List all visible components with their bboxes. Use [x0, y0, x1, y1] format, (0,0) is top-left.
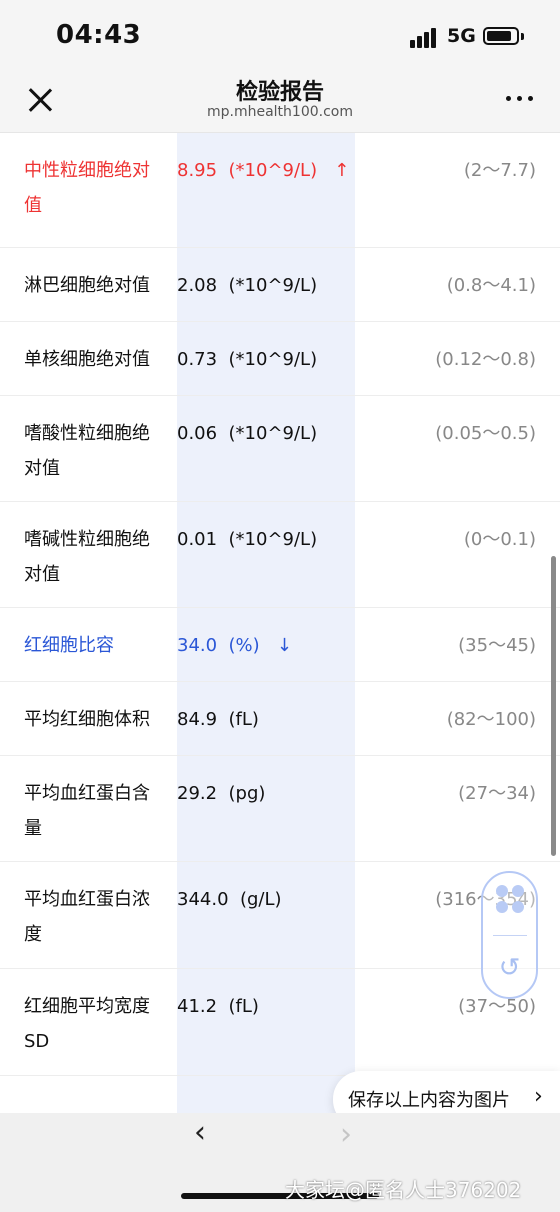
item-range: (27～34) [458, 783, 536, 804]
nav-bar: 检验报告 mp.mhealth100.com [0, 70, 560, 133]
item-name: 淋巴细胞绝对值 [24, 275, 150, 296]
battery-tip [521, 33, 524, 40]
table-row: 红细胞平均宽度SD 41.2 (fL) (37～50) [0, 969, 560, 1076]
item-value: 29.2 (pg) [177, 783, 266, 804]
item-value: 0.06 (*10^9/L) [177, 423, 318, 444]
table-row: 淋巴细胞绝对值 2.08 (*10^9/L) (0.8～4.1) [0, 248, 560, 322]
item-name: 平均血红蛋白含量 [24, 783, 150, 839]
item-name: 中性粒细胞绝对值 [24, 160, 150, 216]
table-row: 嗜酸性粒细胞绝对值 0.06 (*10^9/L) (0.05～0.5) [0, 396, 560, 502]
item-name: 红细胞平均宽度SD [24, 996, 150, 1052]
divider [493, 935, 527, 936]
table-row: 中性粒细胞绝对值 8.95 (*10^9/L) ↑ (2～7.7) [0, 133, 560, 248]
report-list[interactable]: 中性粒细胞绝对值 8.95 (*10^9/L) ↑ (2～7.7) 淋巴细胞绝对… [0, 133, 560, 1113]
table-row: 平均血红蛋白含量 29.2 (pg) (27～34) [0, 756, 560, 862]
cellular-signal-icon [410, 28, 438, 48]
item-value: 84.9 (fL) [177, 709, 259, 730]
item-name: 平均红细胞体积 [24, 709, 150, 730]
floating-toolbar[interactable]: ↺ [481, 871, 538, 999]
item-value: 344.0 (g/L) [177, 889, 282, 910]
watermark: 大家坛@匿名人士376202 [285, 1178, 522, 1202]
item-name: 嗜酸性粒细胞绝对值 [24, 423, 150, 479]
item-value: 2.08 (*10^9/L) [177, 275, 318, 296]
item-range: (82～100) [446, 709, 536, 730]
scrollbar[interactable] [551, 556, 556, 856]
item-range: (2～7.7) [463, 160, 536, 181]
network-type: 5G [447, 25, 476, 47]
table-row: 平均红细胞体积 84.9 (fL) (82～100) [0, 682, 560, 756]
page-title: 检验报告 [235, 80, 324, 105]
item-range: (0.05～0.5) [435, 423, 536, 444]
page-url: mp.mhealth100.com [206, 104, 353, 120]
shortcut-grid-icon[interactable] [496, 885, 524, 913]
item-value: 8.95 (*10^9/L) ↑ [177, 160, 350, 181]
item-name: 平均血红蛋白浓度 [24, 889, 150, 945]
forward-button[interactable]: › [340, 1117, 352, 1152]
item-value: 34.0 (%) ↓ [177, 635, 292, 656]
chevron-right-icon: › [534, 1084, 543, 1109]
save-as-image-label: 保存以上内容为图片 [348, 1090, 510, 1111]
item-range: (0.8～4.1) [446, 275, 536, 296]
status-time: 04:43 [56, 20, 142, 50]
item-value: 0.73 (*10^9/L) [177, 349, 318, 370]
table-row: 红细胞比容 34.0 (%) ↓ (35～45) [0, 608, 560, 682]
item-range: (0.12～0.8) [435, 349, 536, 370]
item-name: 嗜碱性粒细胞绝对值 [24, 529, 150, 585]
more-menu-icon[interactable] [506, 96, 534, 104]
item-range: (0～0.1) [463, 529, 536, 550]
undo-icon[interactable]: ↺ [483, 953, 536, 983]
back-button[interactable]: ‹ [194, 1115, 206, 1150]
table-row: 单核细胞绝对值 0.73 (*10^9/L) (0.12～0.8) [0, 322, 560, 396]
status-bar: 04:43 5G [0, 0, 560, 70]
item-value: 0.01 (*10^9/L) [177, 529, 318, 550]
item-name: 红细胞比容 [24, 635, 114, 656]
table-row: 嗜碱性粒细胞绝对值 0.01 (*10^9/L) (0～0.1) [0, 502, 560, 608]
table-row: 平均血红蛋白浓度 344.0 (g/L) (316～354) [0, 862, 560, 969]
battery-icon [483, 27, 519, 45]
item-name: 单核细胞绝对值 [24, 349, 150, 370]
item-range: (35～45) [458, 635, 536, 656]
item-value: 41.2 (fL) [177, 996, 259, 1017]
